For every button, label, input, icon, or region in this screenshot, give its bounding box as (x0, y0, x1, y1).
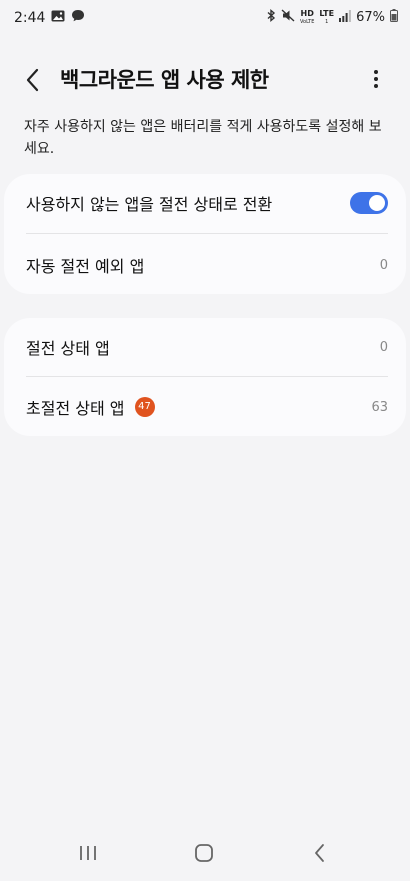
deep-sleeping-apps-count: 63 (371, 399, 388, 415)
sleeping-apps-count: 0 (379, 339, 388, 355)
more-options-icon[interactable] (368, 68, 384, 92)
exceptions-row[interactable]: 자동 절전 예외 앱 0 (26, 236, 388, 294)
navigation-bar (0, 825, 410, 881)
lte-label: LTE (319, 8, 335, 18)
deep-sleeping-apps-label: 초절전 상태 앱 (26, 399, 125, 418)
hd-sub: VoLTE (299, 18, 315, 25)
page-description: 자주 사용하지 않는 앱은 배터리를 적게 사용하도록 설정해 보세요. (24, 119, 382, 157)
battery-icon (390, 9, 398, 26)
lte-indicator: LTE 1 (319, 8, 335, 26)
hd-label: HD (300, 8, 314, 18)
message-icon (71, 9, 85, 26)
new-apps-badge: 47 (134, 397, 155, 417)
status-right: HD VoLTE LTE 1 67% (266, 9, 398, 26)
mute-icon (281, 9, 295, 26)
home-icon[interactable] (184, 837, 224, 869)
bluetooth-icon (266, 9, 276, 26)
settings-card-auto-sleep: 사용하지 않는 앱을 절전 상태로 전환 자동 절전 예외 앱 0 (4, 174, 406, 294)
status-bar: 2:44 HD VoLTE LTE 1 67% (0, 0, 410, 36)
status-time: 2:44 (14, 9, 46, 26)
signal-icon (339, 9, 351, 26)
app-header: 백그라운드 앱 사용 제한 (0, 58, 410, 102)
divider (26, 233, 388, 234)
back-arrow-icon[interactable] (22, 66, 46, 94)
deep-sleeping-apps-row[interactable]: 초절전 상태 앱 47 63 (26, 378, 388, 436)
auto-sleep-toggle-label: 사용하지 않는 앱을 절전 상태로 전환 (26, 195, 273, 214)
lte-sub: 1 (325, 18, 329, 25)
exceptions-label: 자동 절전 예외 앱 (26, 257, 145, 276)
sleeping-apps-row[interactable]: 절전 상태 앱 0 (26, 318, 388, 376)
status-left: 2:44 (14, 9, 85, 26)
sleeping-apps-label: 절전 상태 앱 (26, 339, 110, 358)
settings-card-sleeping-apps: 절전 상태 앱 0 초절전 상태 앱 47 63 (4, 318, 406, 436)
divider (26, 376, 388, 377)
hd-indicator: HD VoLTE (299, 8, 315, 26)
page-title: 백그라운드 앱 사용 제한 (60, 68, 269, 92)
toggle-knob (369, 195, 385, 211)
auto-sleep-toggle[interactable] (350, 192, 388, 214)
image-icon (51, 10, 65, 26)
exceptions-count: 0 (379, 257, 388, 273)
nav-back-icon[interactable] (300, 837, 340, 869)
battery-percent: 67% (356, 10, 385, 25)
auto-sleep-toggle-row[interactable]: 사용하지 않는 앱을 절전 상태로 전환 (26, 174, 388, 232)
recent-apps-icon[interactable] (68, 837, 108, 869)
